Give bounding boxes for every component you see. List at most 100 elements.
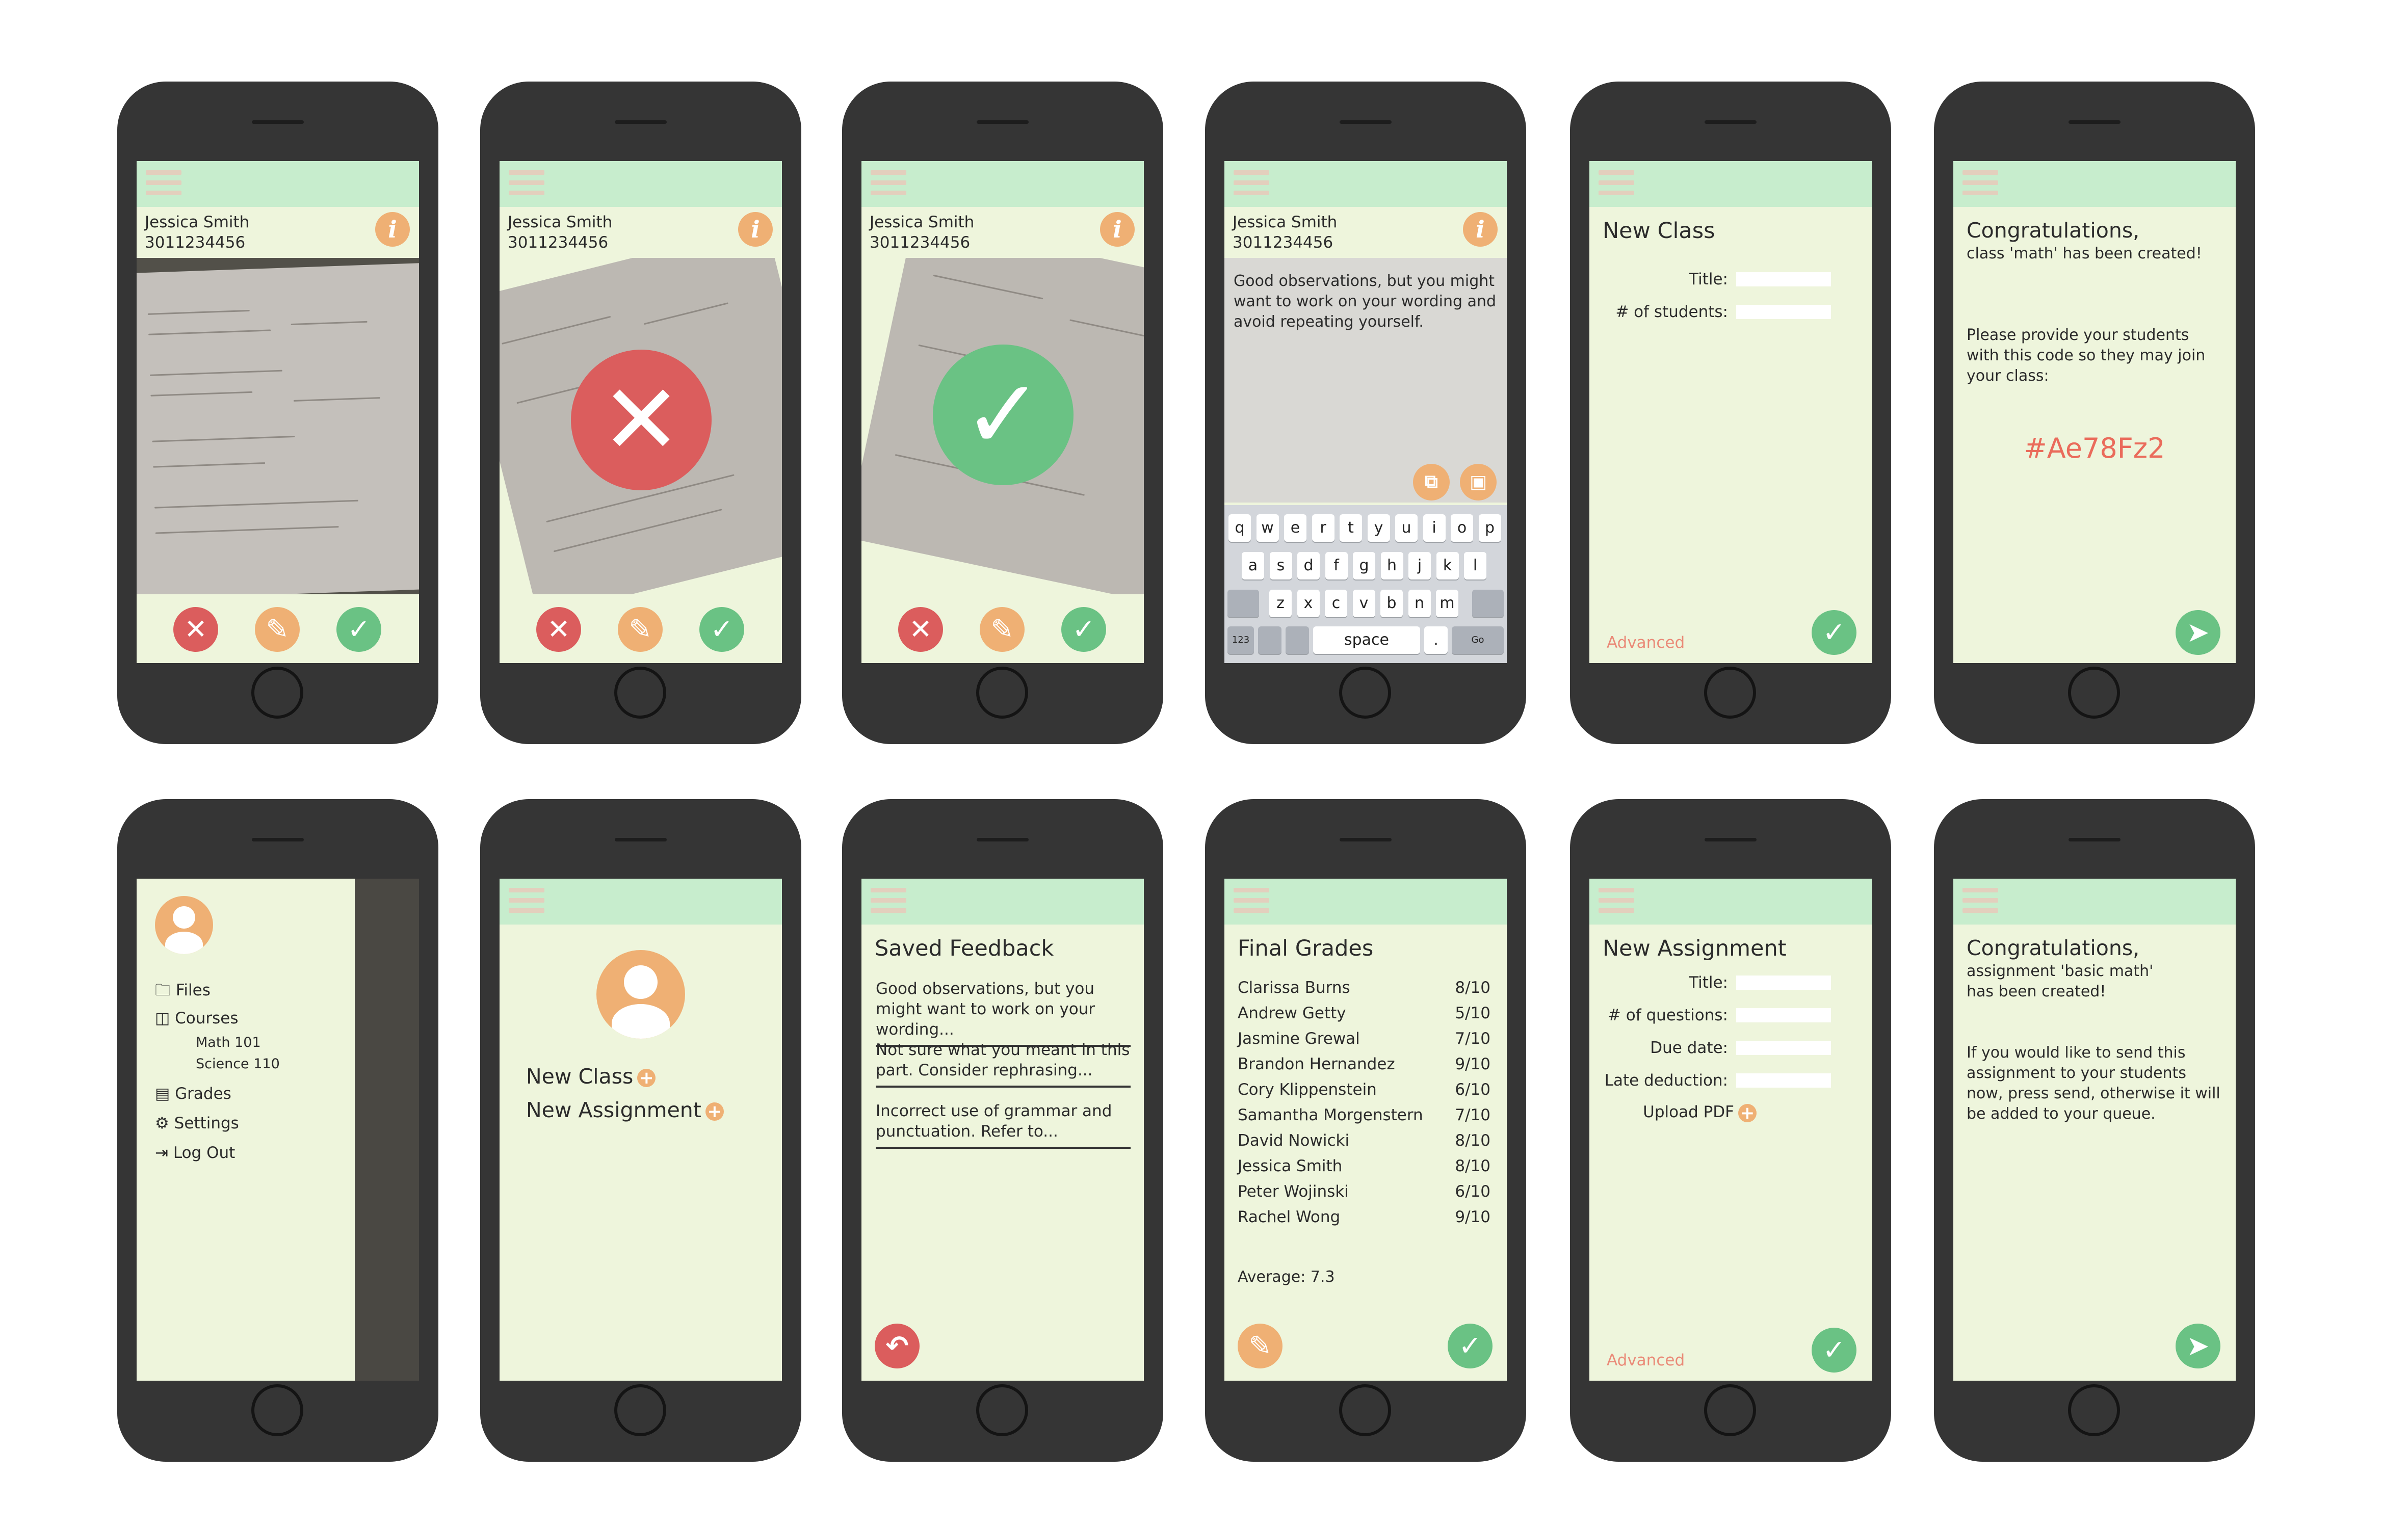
send-button[interactable]: ➤ bbox=[2176, 1324, 2220, 1368]
menu-icon[interactable] bbox=[1962, 170, 1998, 199]
menu-icon[interactable] bbox=[1234, 888, 1269, 916]
advanced-link[interactable]: Advanced bbox=[1607, 634, 1685, 652]
home-button[interactable] bbox=[251, 1384, 303, 1436]
nav-logout[interactable]: ⇥ Log Out bbox=[155, 1144, 235, 1162]
title-field[interactable] bbox=[1736, 272, 1831, 286]
key[interactable]: p bbox=[1478, 514, 1501, 542]
key[interactable]: w bbox=[1256, 514, 1279, 542]
home-button[interactable] bbox=[614, 1384, 666, 1436]
key[interactable]: o bbox=[1451, 514, 1473, 542]
key[interactable]: h bbox=[1380, 552, 1403, 579]
key[interactable]: n bbox=[1408, 590, 1431, 617]
back-button[interactable]: ↶ bbox=[875, 1324, 920, 1368]
feedback-item[interactable]: Not sure what you meant in this part. Co… bbox=[876, 1040, 1131, 1088]
table-row[interactable]: Jasmine Grewal 7/10 bbox=[1238, 1030, 1490, 1048]
home-button[interactable] bbox=[1339, 1384, 1391, 1436]
due-date-field[interactable] bbox=[1736, 1041, 1831, 1055]
table-row[interactable]: David Nowicki 8/10 bbox=[1238, 1131, 1490, 1150]
edit-button[interactable]: ✎ bbox=[618, 607, 663, 652]
key[interactable]: r bbox=[1312, 514, 1334, 542]
home-button[interactable] bbox=[1339, 667, 1391, 719]
feedback-textarea[interactable]: Good observations, but you might want to… bbox=[1234, 271, 1499, 332]
feedback-item[interactable]: Incorrect use of grammar and punctuation… bbox=[876, 1101, 1131, 1149]
key[interactable]: c bbox=[1325, 590, 1347, 617]
home-button[interactable] bbox=[976, 1384, 1028, 1436]
nav-files[interactable]: 🗀 Files bbox=[155, 979, 211, 1006]
menu-icon[interactable] bbox=[1599, 170, 1634, 199]
menu-icon[interactable] bbox=[509, 888, 544, 916]
menu-icon[interactable] bbox=[1599, 888, 1634, 916]
key[interactable]: a bbox=[1242, 552, 1264, 579]
key[interactable]: i bbox=[1423, 514, 1446, 542]
home-button[interactable] bbox=[614, 667, 666, 719]
avatar[interactable] bbox=[155, 896, 213, 954]
key[interactable]: z bbox=[1269, 590, 1292, 617]
key[interactable]: u bbox=[1395, 514, 1418, 542]
go-key[interactable]: Go bbox=[1452, 626, 1504, 654]
edit-button[interactable]: ✎ bbox=[255, 607, 300, 652]
feedback-item[interactable]: Good observations, but you might want to… bbox=[876, 979, 1131, 1047]
menu-icon[interactable] bbox=[146, 170, 181, 199]
emoji-key[interactable] bbox=[1258, 626, 1281, 654]
table-row[interactable]: Clarissa Burns 8/10 bbox=[1238, 979, 1490, 997]
key[interactable]: g bbox=[1353, 552, 1375, 579]
key[interactable]: b bbox=[1380, 590, 1403, 617]
edit-button[interactable]: ✎ bbox=[1238, 1324, 1282, 1368]
table-row[interactable]: Andrew Getty 5/10 bbox=[1238, 1004, 1490, 1022]
key[interactable]: y bbox=[1367, 514, 1390, 542]
info-icon[interactable]: i bbox=[1100, 212, 1135, 247]
key[interactable]: f bbox=[1325, 552, 1348, 579]
nav-grades[interactable]: ▤ Grades bbox=[155, 1085, 231, 1103]
table-row[interactable]: Brandon Hernandez 9/10 bbox=[1238, 1055, 1490, 1073]
table-row[interactable]: Jessica Smith 8/10 bbox=[1238, 1157, 1490, 1175]
menu-icon[interactable] bbox=[871, 888, 906, 916]
menu-icon[interactable] bbox=[1962, 888, 1998, 916]
questions-field[interactable] bbox=[1736, 1008, 1831, 1022]
home-button[interactable] bbox=[1704, 1384, 1756, 1436]
table-row[interactable]: Rachel Wong 9/10 bbox=[1238, 1208, 1490, 1226]
save-icon[interactable]: ▣ bbox=[1460, 464, 1497, 500]
key[interactable]: v bbox=[1352, 590, 1375, 617]
menu-icon[interactable] bbox=[871, 170, 906, 199]
approve-button[interactable]: ✓ bbox=[699, 607, 744, 652]
nav-courses[interactable]: ◫ Courses bbox=[155, 1009, 239, 1027]
space-key[interactable]: space bbox=[1313, 626, 1420, 654]
key[interactable]: x bbox=[1297, 590, 1320, 617]
home-button[interactable] bbox=[976, 667, 1028, 719]
key[interactable]: k bbox=[1436, 552, 1459, 579]
key[interactable]: m bbox=[1436, 590, 1458, 617]
dimmed-content[interactable] bbox=[355, 879, 419, 1381]
advanced-link[interactable]: Advanced bbox=[1607, 1351, 1685, 1369]
table-row[interactable]: Peter Wojinski 6/10 bbox=[1238, 1182, 1490, 1201]
avatar[interactable] bbox=[596, 950, 685, 1039]
copy-icon[interactable]: ⧉ bbox=[1413, 464, 1450, 500]
numbers-key[interactable]: 123 bbox=[1227, 626, 1254, 654]
home-button[interactable] bbox=[1704, 667, 1756, 719]
microphone-key[interactable] bbox=[1286, 626, 1309, 654]
home-button[interactable] bbox=[251, 667, 303, 719]
shift-key[interactable] bbox=[1227, 590, 1259, 617]
confirm-button[interactable]: ✓ bbox=[1812, 610, 1856, 655]
home-button[interactable] bbox=[2068, 667, 2120, 719]
menu-icon[interactable] bbox=[1234, 170, 1269, 199]
late-deduction-field[interactable] bbox=[1736, 1073, 1831, 1088]
period-key[interactable]: . bbox=[1424, 626, 1448, 654]
menu-icon[interactable] bbox=[509, 170, 544, 199]
reject-button[interactable]: ✕ bbox=[898, 607, 943, 652]
key[interactable]: l bbox=[1464, 552, 1486, 579]
confirm-button[interactable]: ✓ bbox=[1812, 1328, 1856, 1373]
key[interactable]: d bbox=[1297, 552, 1320, 579]
new-assignment-button[interactable]: New Assignment + bbox=[526, 1098, 724, 1122]
key[interactable]: s bbox=[1269, 552, 1292, 579]
key[interactable]: j bbox=[1408, 552, 1431, 579]
course-science-110[interactable]: Science 110 bbox=[196, 1056, 280, 1072]
home-button[interactable] bbox=[2068, 1384, 2120, 1436]
students-field[interactable] bbox=[1736, 305, 1831, 319]
course-math-101[interactable]: Math 101 bbox=[196, 1035, 261, 1050]
nav-settings[interactable]: ⚙ Settings bbox=[155, 1114, 239, 1132]
edit-button[interactable]: ✎ bbox=[980, 607, 1025, 652]
key[interactable]: t bbox=[1340, 514, 1362, 542]
table-row[interactable]: Cory Klippenstein 6/10 bbox=[1238, 1080, 1490, 1099]
key[interactable]: e bbox=[1284, 514, 1306, 542]
send-button[interactable]: ➤ bbox=[2176, 610, 2220, 655]
